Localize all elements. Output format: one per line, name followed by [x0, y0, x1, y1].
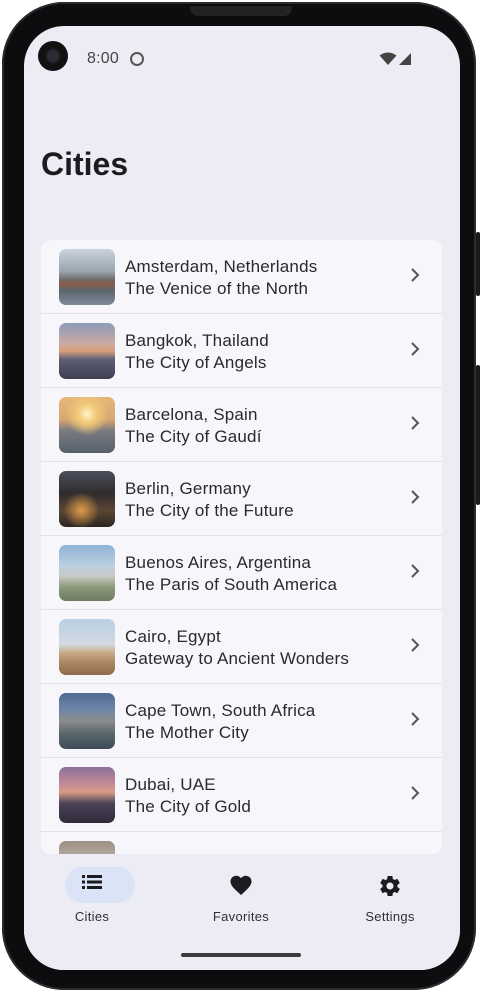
- city-subtitle: The Paris of South America: [125, 575, 338, 594]
- chevron-right-icon: [411, 786, 420, 800]
- city-subtitle: The City of Gold: [125, 797, 252, 816]
- list-item[interactable]: Cape Town, South Africa The Mother City: [41, 684, 442, 758]
- city-subtitle: The Venice of the North: [125, 279, 309, 298]
- nav-label-cities: Cities: [74, 909, 110, 924]
- front-camera: [38, 41, 68, 71]
- chevron-right-icon: [411, 342, 420, 356]
- nav-label-settings: Settings: [365, 909, 415, 924]
- city-thumbnail: [59, 545, 115, 601]
- city-thumbnail: [59, 693, 115, 749]
- list-item[interactable]: Barcelona, Spain The City of Gaudí: [41, 388, 442, 462]
- city-thumbnail: [59, 249, 115, 305]
- list-item[interactable]: Berlin, Germany The City of the Future: [41, 462, 442, 536]
- page-title: Cities: [41, 146, 129, 182]
- chevron-right-icon: [411, 490, 420, 504]
- city-list[interactable]: Amsterdam, Netherlands The Venice of the…: [41, 240, 442, 854]
- city-thumbnail: [59, 323, 115, 379]
- city-name: Amsterdam, Netherlands: [125, 257, 318, 276]
- chevron-right-icon: [411, 638, 420, 652]
- notification-icon: [130, 52, 144, 66]
- gear-icon: [380, 876, 400, 897]
- list-item[interactable]: Bangkok, Thailand The City of Angels: [41, 314, 442, 388]
- chevron-right-icon: [411, 564, 420, 578]
- cell-signal-icon: [399, 53, 411, 65]
- city-subtitle: Gateway to Ancient Wonders: [125, 649, 350, 668]
- city-subtitle: The City of the Future: [125, 501, 294, 520]
- heart-icon: [230, 875, 252, 895]
- list-item[interactable]: [41, 832, 442, 854]
- list-item[interactable]: Cairo, Egypt Gateway to Ancient Wonders: [41, 610, 442, 684]
- status-bar: 8:00: [24, 26, 460, 90]
- volume-button: [476, 365, 480, 505]
- phone-speaker: [190, 6, 292, 16]
- wifi-icon: [379, 52, 397, 65]
- city-name: Buenos Aires, Argentina: [125, 553, 312, 572]
- city-thumbnail: [59, 767, 115, 823]
- list-item[interactable]: Amsterdam, Netherlands The Venice of the…: [41, 240, 442, 314]
- power-button: [476, 232, 480, 296]
- status-time: 8:00: [87, 50, 119, 67]
- list-item[interactable]: Dubai, UAE The City of Gold: [41, 758, 442, 832]
- chevron-right-icon: [411, 268, 420, 282]
- city-name: Cape Town, South Africa: [125, 701, 316, 720]
- nav-label-favorites: Favorites: [212, 909, 270, 924]
- city-subtitle: The City of Angels: [125, 353, 267, 372]
- city-thumbnail: [59, 397, 115, 453]
- list-item[interactable]: Buenos Aires, Argentina The Paris of Sou…: [41, 536, 442, 610]
- chevron-right-icon: [411, 416, 420, 430]
- nav-item-cities[interactable]: Cities: [32, 854, 152, 934]
- city-subtitle: The City of Gaudí: [125, 427, 262, 446]
- chevron-right-icon: [411, 712, 420, 726]
- nav-item-settings[interactable]: Settings: [330, 854, 450, 934]
- city-subtitle: The Mother City: [125, 723, 249, 742]
- nav-item-favorites[interactable]: Favorites: [181, 854, 301, 934]
- city-name: Bangkok, Thailand: [125, 331, 269, 350]
- city-name: Dubai, UAE: [125, 775, 216, 794]
- city-name: Barcelona, Spain: [125, 405, 258, 424]
- city-thumbnail: [59, 619, 115, 675]
- city-thumbnail: [59, 471, 115, 527]
- city-name: Cairo, Egypt: [125, 627, 221, 646]
- screen: 8:00 Cities Amsterdam, Netherlands The V…: [24, 26, 460, 970]
- list-icon: [82, 875, 102, 889]
- city-name: Berlin, Germany: [125, 479, 251, 498]
- gesture-home-bar[interactable]: [181, 953, 301, 957]
- city-thumbnail: [59, 841, 115, 854]
